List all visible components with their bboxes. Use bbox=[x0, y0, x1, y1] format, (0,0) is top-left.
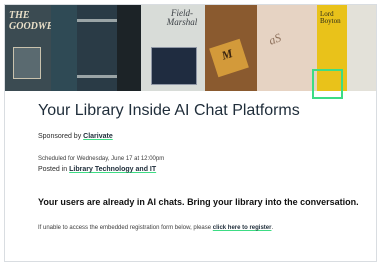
sponsor-prefix: Sponsored by bbox=[38, 133, 82, 140]
book-spine: THE GOODWES bbox=[5, 5, 59, 91]
sponsor-line: Sponsored by Clarivate bbox=[38, 133, 113, 140]
book-spine-text: Field-Marshal bbox=[166, 8, 198, 28]
sponsor-link[interactable]: Clarivate bbox=[83, 133, 113, 140]
book-plate bbox=[151, 47, 197, 85]
book-band bbox=[77, 19, 117, 22]
category-link[interactable]: Library Technology and IT bbox=[69, 166, 156, 173]
book-spine-text: Lord Boyton bbox=[320, 10, 341, 26]
book-emblem bbox=[13, 47, 41, 79]
book-spine bbox=[117, 5, 141, 91]
selection-highlight-box bbox=[312, 69, 343, 99]
book-spine-text: aS bbox=[266, 30, 283, 48]
book-spine bbox=[51, 5, 77, 91]
event-headline: Your users are already in AI chats. Brin… bbox=[38, 197, 359, 207]
book-spine bbox=[347, 5, 376, 91]
notice-suffix: . bbox=[271, 225, 274, 231]
register-link[interactable]: click here to register bbox=[213, 225, 272, 231]
book-label: M bbox=[209, 38, 249, 78]
book-spine bbox=[77, 5, 117, 91]
notice-prefix: If unable to access the embedded registr… bbox=[38, 225, 212, 231]
book-label-text: M bbox=[219, 46, 235, 63]
scheduled-text: Scheduled for Wednesday, June 17 at 12:0… bbox=[38, 156, 165, 162]
posted-prefix: Posted in bbox=[38, 166, 68, 173]
book-spine: Field-Marshal bbox=[141, 5, 205, 91]
book-spine: M bbox=[205, 5, 257, 91]
book-band bbox=[77, 75, 117, 78]
book-spine: aS bbox=[257, 5, 317, 91]
page-title: Your Library Inside AI Chat Platforms bbox=[38, 102, 300, 119]
registration-notice: If unable to access the embedded registr… bbox=[38, 225, 273, 231]
posted-line: Posted in Library Technology and IT bbox=[38, 166, 156, 173]
